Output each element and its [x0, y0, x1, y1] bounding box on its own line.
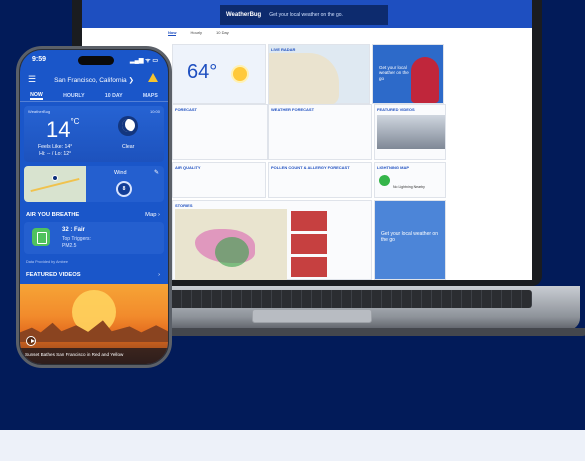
- feels-like-text: Feels Like: 14°: [38, 144, 73, 150]
- videos-section-title: FEATURED VIDEOS: [26, 272, 81, 278]
- status-time: 9:59: [32, 56, 47, 63]
- lower-band: [0, 430, 585, 461]
- video-caption: Sunset Bathes San Francisco in Red and Y…: [20, 348, 168, 364]
- phone-screen: 9:59 ▂▄▆ ᯤ ▭ ☰ San Francisco, California…: [20, 50, 168, 364]
- air-section-title: AIR YOU BREATHE: [26, 212, 80, 218]
- temperature-unit: °C: [70, 117, 80, 126]
- edit-icon[interactable]: ✎: [154, 169, 159, 176]
- panel-title: AIR QUALITY: [175, 165, 201, 170]
- lightning-icon: [379, 175, 390, 186]
- moon-icon: [118, 116, 138, 136]
- story-thumbnail[interactable]: [291, 211, 327, 231]
- featured-video[interactable]: Sunset Bathes San Francisco in Red and Y…: [20, 284, 168, 364]
- forecast-row: [173, 124, 267, 129]
- story-thumbnails: [291, 211, 327, 277]
- ad-text: Get your local weather on the go: [381, 231, 438, 243]
- story-thumbnail[interactable]: [291, 234, 327, 254]
- wind-value: 8: [122, 186, 126, 192]
- panel-title: LIVE RADAR: [271, 47, 296, 52]
- air-quality-card[interactable]: 32 : Fair Top Triggers: PM2.5: [24, 222, 164, 254]
- hi-lo-text: Hi: -- / Lo: 12°: [39, 150, 72, 157]
- tab-10-day[interactable]: 10 Day: [216, 30, 229, 36]
- ad-text: Get your local weather on the go: [379, 65, 409, 81]
- tab-10-day[interactable]: 10 DAY: [105, 93, 123, 99]
- phone-tabs: NOW HOURLY 10 DAY MAPS: [20, 90, 168, 102]
- source-label: WeatherBug: [28, 109, 51, 114]
- live-radar-panel[interactable]: LIVE RADAR: [268, 44, 370, 105]
- tab-hourly[interactable]: HOURLY: [63, 93, 84, 99]
- air-map-link[interactable]: Map ›: [145, 212, 160, 218]
- panel-title: WEATHER FORECAST: [271, 107, 315, 112]
- aqi-triggers: Top Triggers: PM2.5: [62, 236, 91, 250]
- triggers-label: Top Triggers:: [62, 236, 91, 242]
- panel-title: FEATURED VIDEOS: [377, 107, 415, 112]
- play-icon[interactable]: [26, 336, 36, 346]
- weatherbug-logo: WeatherBug: [226, 12, 262, 18]
- featured-videos-panel[interactable]: FEATURED VIDEOS: [374, 104, 446, 160]
- video-thumbnail[interactable]: [377, 115, 445, 149]
- lightning-panel[interactable]: LIGHTNING MAP No Lightning Nearby: [374, 162, 446, 198]
- trigger-value: PM2.5: [62, 243, 77, 249]
- temperature-value: 14: [46, 117, 71, 142]
- status-icons: ▂▄▆ ᯤ ▭: [130, 58, 158, 64]
- laptop-trackpad: [252, 309, 372, 323]
- map-wind-card[interactable]: Wind ✎ 8: [24, 166, 164, 202]
- weather-forecast-panel[interactable]: WEATHER FORECAST: [268, 104, 372, 160]
- feels-like: Feels Like: 14° Hi: -- / Lo: 12°: [38, 144, 72, 158]
- mini-map[interactable]: [24, 166, 86, 202]
- pollen-panel[interactable]: POLLEN COUNT & ALLERGY FORECAST: [268, 162, 372, 198]
- wind-compass-icon: 8: [116, 181, 132, 197]
- radar-precip: [215, 237, 249, 267]
- story-thumbnail[interactable]: [291, 257, 327, 277]
- sun-icon: [233, 67, 247, 81]
- data-provider: Data Provided by Ambee: [26, 260, 69, 264]
- radar-map[interactable]: [175, 209, 287, 280]
- map-land: [269, 53, 339, 105]
- ad-panel[interactable]: Get your local weather on the go: [372, 44, 444, 104]
- hero-background: WeatherBug Get your local weather on the…: [0, 0, 585, 430]
- app-banner[interactable]: WeatherBug Get your local weather on the…: [220, 5, 388, 25]
- forecast-panel[interactable]: FORECAST: [172, 104, 268, 160]
- condition-text: Clear: [122, 144, 135, 150]
- panel-title: LIGHTNING MAP: [377, 165, 409, 170]
- tab-now[interactable]: Now: [168, 30, 177, 36]
- panel-title: FORECAST: [175, 107, 197, 112]
- location-bar: ☰ San Francisco, California ❯: [20, 70, 168, 90]
- location-selector[interactable]: San Francisco, California ❯: [20, 76, 168, 84]
- stories-panel[interactable]: STORIES: [172, 200, 372, 280]
- alert-icon[interactable]: [148, 73, 158, 82]
- observation-time: 10:00: [149, 109, 160, 114]
- air-quality-icon: [32, 228, 50, 246]
- location-pin-icon: [52, 175, 58, 181]
- tab-hourly[interactable]: Hourly: [190, 30, 202, 36]
- current-conditions-card[interactable]: WeatherBug 10:00 14°C Feels Like: 14° Hi…: [24, 106, 164, 162]
- tab-now[interactable]: NOW: [30, 92, 43, 100]
- current-conditions-panel[interactable]: 64°: [172, 44, 266, 104]
- banner-cta: Get your local weather on the go.: [269, 12, 343, 18]
- tab-maps[interactable]: MAPS: [143, 93, 158, 99]
- wind-label: Wind: [114, 170, 127, 176]
- ad-person-image: [411, 57, 439, 103]
- site-tabs: Now Hourly 10 Day: [168, 30, 229, 36]
- status-bar: 9:59 ▂▄▆ ᯤ ▭: [20, 54, 168, 66]
- aqi-value: 32 : Fair: [62, 227, 86, 233]
- air-quality-panel[interactable]: AIR QUALITY: [172, 162, 266, 198]
- panel-title: POLLEN COUNT & ALLERGY FORECAST: [271, 165, 350, 170]
- videos-arrow[interactable]: ›: [158, 272, 160, 278]
- laptop-keyboard: [112, 290, 532, 308]
- ad-panel-2[interactable]: Get your local weather on the go: [374, 200, 446, 280]
- lightning-status: No Lightning Nearby: [393, 185, 425, 189]
- current-temperature: 64°: [187, 61, 218, 83]
- current-temperature: 14°C: [46, 117, 79, 143]
